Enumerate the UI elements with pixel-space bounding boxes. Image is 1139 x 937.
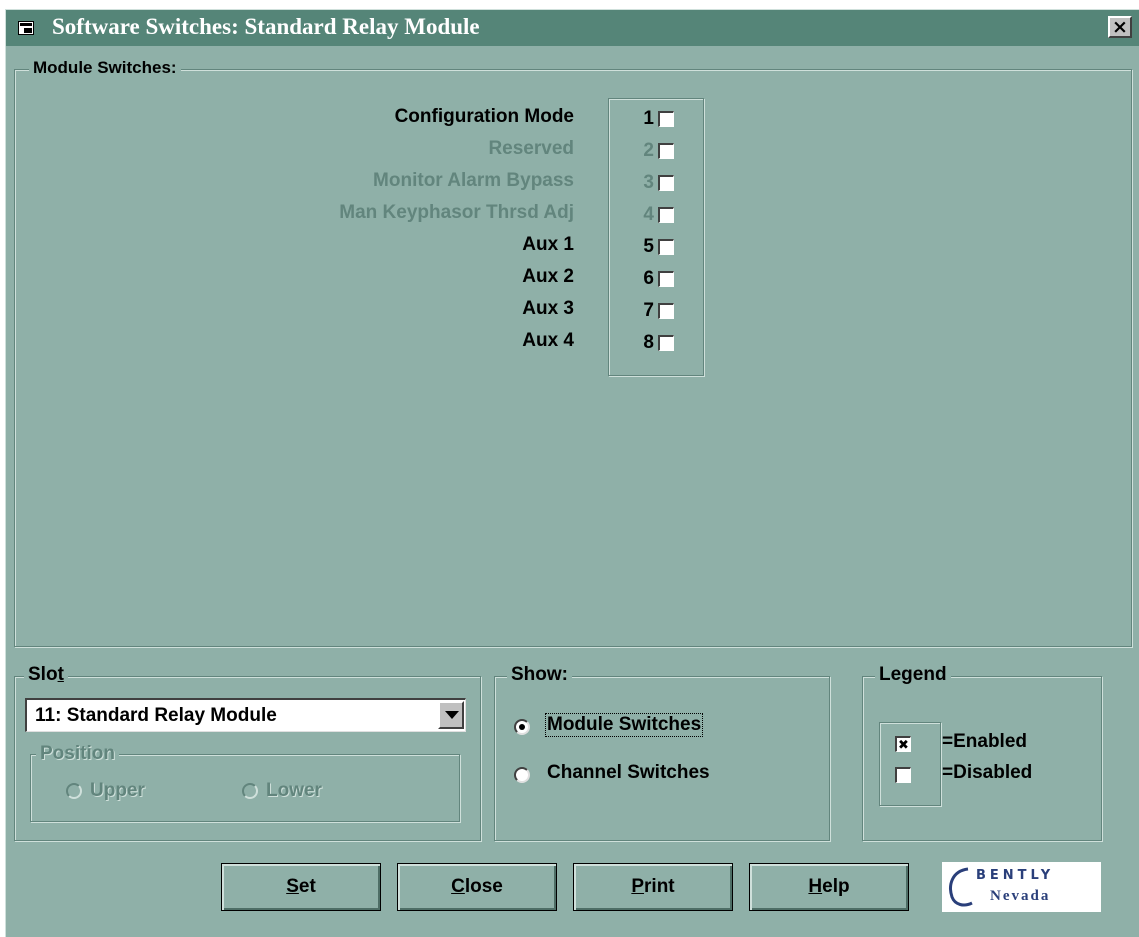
bently-nevada-logo: BENTLY Nevada xyxy=(942,862,1101,912)
show-channel-switches-option[interactable]: Channel Switches xyxy=(512,760,762,790)
show-channel-switches-label: Channel Switches xyxy=(547,762,710,783)
switch-number: 7 xyxy=(643,300,654,321)
window-app-icon[interactable] xyxy=(18,21,34,35)
switch-checkbox-panel xyxy=(608,98,704,376)
switch-checkbox-2 xyxy=(658,143,674,159)
switch-label: Aux 3 xyxy=(522,298,574,319)
switch-label: Man Keyphasor Thrsd Adj xyxy=(339,202,574,223)
show-channel-switches-radio[interactable] xyxy=(514,767,530,783)
switch-label: Aux 2 xyxy=(522,266,574,287)
switch-number: 2 xyxy=(643,140,654,161)
switch-label: Aux 4 xyxy=(522,330,574,351)
legend-enabled-checkbox: ✖ xyxy=(895,736,911,752)
legend-enabled-text: =Enabled xyxy=(942,731,1027,752)
close-window-button[interactable]: × xyxy=(1108,16,1132,38)
position-upper-label: Upper xyxy=(90,780,145,801)
logo-top-text: BENTLY xyxy=(976,868,1055,883)
switch-number: 4 xyxy=(643,204,654,225)
switch-checkbox-4 xyxy=(658,207,674,223)
show-module-switches-label: Module Switches xyxy=(544,713,704,737)
logo-swoosh-icon xyxy=(949,867,973,907)
switch-checkbox-5[interactable] xyxy=(658,239,674,255)
help-button[interactable]: Help xyxy=(749,863,909,911)
switch-number: 3 xyxy=(643,172,654,193)
slot-label: Slot xyxy=(24,664,68,686)
position-upper-radio xyxy=(66,783,82,799)
position-lower-label: Lower xyxy=(266,780,322,801)
switch-checkbox-7[interactable] xyxy=(658,303,674,319)
slot-selected-value: 11: Standard Relay Module xyxy=(35,705,277,726)
legend-disabled-checkbox xyxy=(895,767,911,783)
slot-select[interactable]: 11: Standard Relay Module xyxy=(25,698,466,732)
close-button[interactable]: Close xyxy=(397,863,557,911)
show-label: Show: xyxy=(507,664,572,686)
position-lower-radio xyxy=(242,783,258,799)
x-mark-icon: ✖ xyxy=(898,737,909,752)
dropdown-button[interactable] xyxy=(438,701,464,729)
close-icon: × xyxy=(1112,16,1128,38)
switch-number: 5 xyxy=(643,236,654,257)
switch-label: Monitor Alarm Bypass xyxy=(373,170,574,191)
window-title: Software Switches: Standard Relay Module xyxy=(52,14,480,39)
show-group xyxy=(494,676,830,841)
switch-checkbox-8[interactable] xyxy=(658,335,674,351)
show-module-switches-option[interactable]: Module Switches xyxy=(512,712,752,742)
show-module-switches-radio[interactable] xyxy=(514,719,530,735)
legend-disabled-text: =Disabled xyxy=(942,762,1033,783)
print-button[interactable]: Print xyxy=(573,863,733,911)
title-bar[interactable]: Software Switches: Standard Relay Module… xyxy=(6,10,1139,46)
switch-number: 8 xyxy=(643,332,654,353)
set-button[interactable]: Set xyxy=(221,863,381,911)
logo-bottom-text: Nevada xyxy=(990,888,1051,904)
switch-label: Configuration Mode xyxy=(394,106,574,127)
switch-checkbox-1[interactable] xyxy=(658,111,674,127)
radio-selected-dot xyxy=(519,724,525,730)
chevron-down-icon xyxy=(445,711,459,719)
switch-label: Aux 1 xyxy=(522,234,574,255)
switch-number: 1 xyxy=(643,108,654,129)
switch-number: 6 xyxy=(643,268,654,289)
software-switches-window: Software Switches: Standard Relay Module… xyxy=(5,9,1139,937)
legend-label: Legend xyxy=(875,664,951,686)
position-label: Position xyxy=(36,743,119,765)
legend-checkbox-panel xyxy=(879,722,941,806)
switch-label: Reserved xyxy=(488,138,574,159)
switch-checkbox-3 xyxy=(658,175,674,191)
switch-checkbox-6[interactable] xyxy=(658,271,674,287)
module-switches-label: Module Switches: xyxy=(29,58,181,78)
